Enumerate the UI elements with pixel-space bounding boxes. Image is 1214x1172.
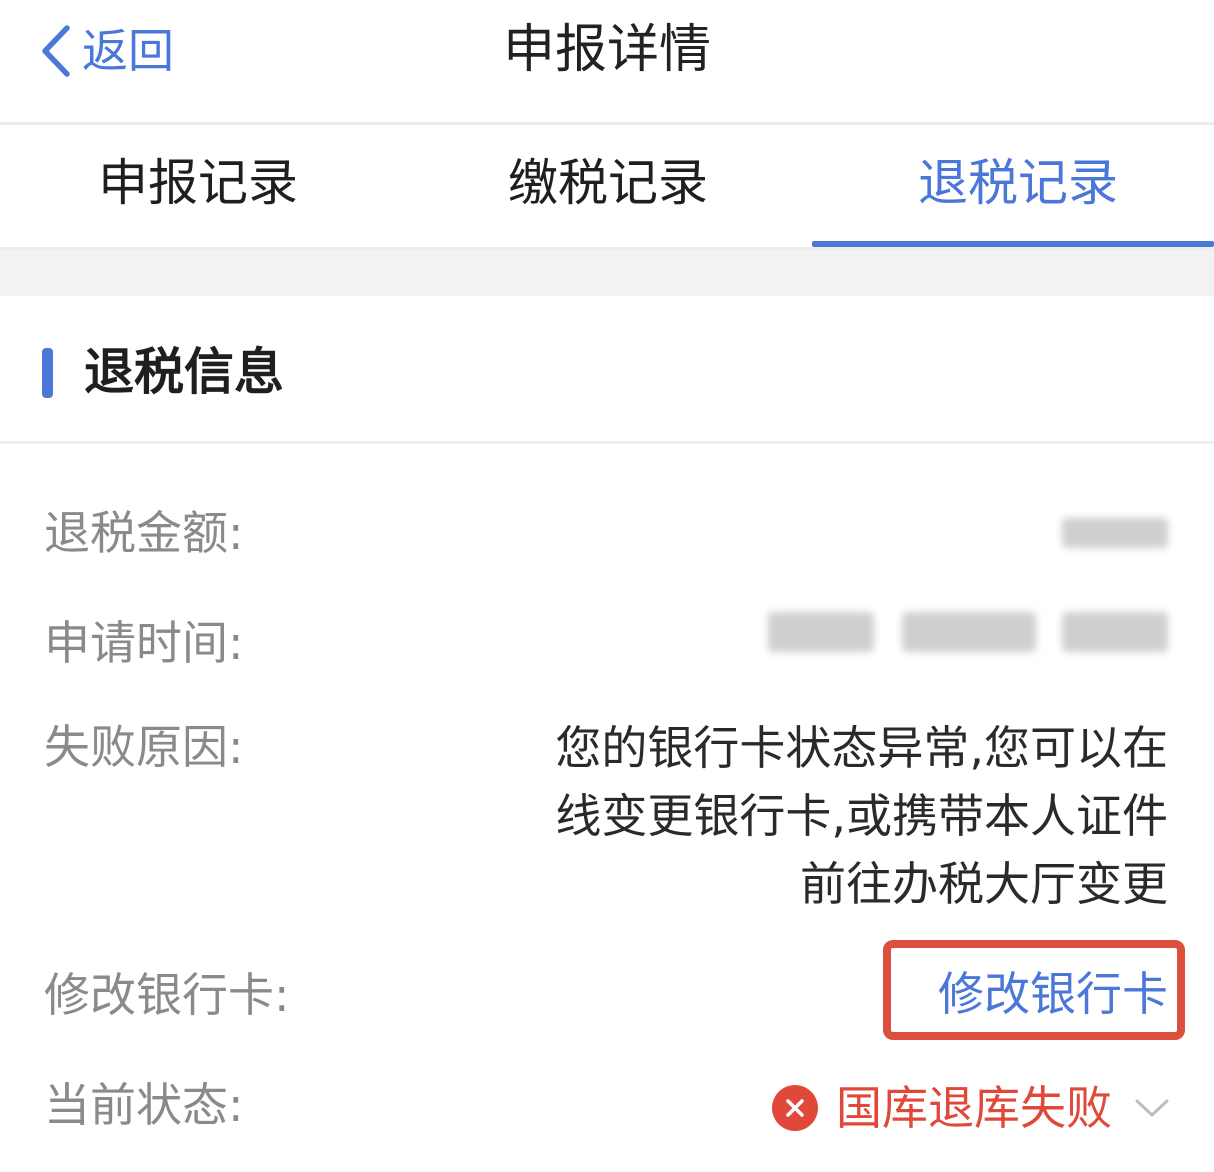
- section-header: 退税信息: [0, 296, 1214, 444]
- blurred-date-part: [768, 612, 874, 652]
- nav-header: 返回 申报详情: [0, 0, 1214, 125]
- refund-amount-label: 退税金额:: [44, 506, 244, 560]
- modify-bank-card-link[interactable]: 修改银行卡: [938, 962, 1168, 1026]
- section-divider: [0, 250, 1214, 296]
- tab-bar: 申报记录 缴税记录 退税记录: [0, 125, 1214, 250]
- blurred-date-part: [902, 612, 1036, 652]
- blurred-date-part: [1062, 612, 1168, 652]
- active-tab-indicator: [812, 241, 1214, 247]
- status-dropdown[interactable]: 国库退库失败: [772, 1076, 1170, 1140]
- section-title: 退税信息: [84, 343, 284, 401]
- failure-reason-label: 失败原因:: [44, 720, 244, 774]
- tab-payment-records[interactable]: 缴税记录: [508, 153, 708, 213]
- refund-amount-value-blurred: [1062, 518, 1168, 548]
- tab-refund-records[interactable]: 退税记录: [918, 153, 1118, 213]
- application-time-label: 申请时间:: [44, 616, 244, 670]
- error-circle-x-icon: [772, 1085, 818, 1131]
- current-status-label: 当前状态:: [44, 1078, 244, 1132]
- status-value: 国库退库失败: [836, 1081, 1112, 1135]
- modify-bank-card-label: 修改银行卡:: [44, 968, 290, 1022]
- chevron-down-icon: [1134, 1097, 1170, 1119]
- tab-declaration-records[interactable]: 申报记录: [98, 153, 298, 213]
- page-title: 申报详情: [502, 20, 711, 80]
- section-accent-bar: [42, 348, 53, 398]
- failure-reason-value: 您的银行卡状态异常,您可以在线变更银行卡,或携带本人证件前往办税大厅变更: [555, 721, 1168, 911]
